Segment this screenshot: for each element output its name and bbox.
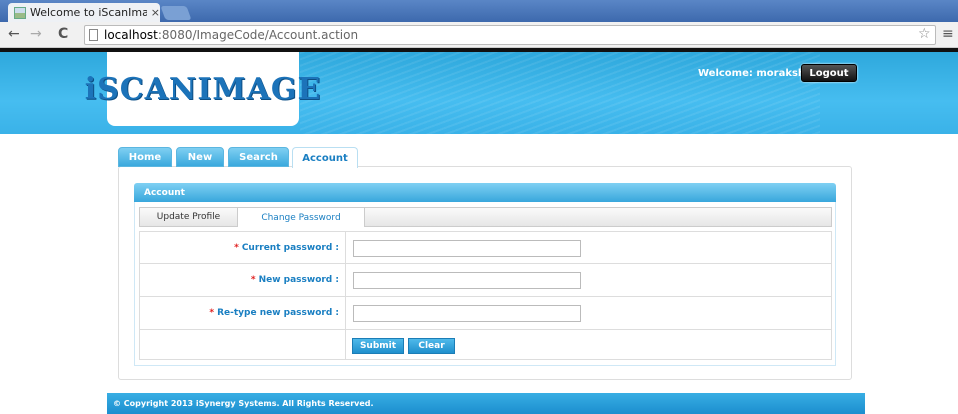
retype-password-input[interactable]: [353, 305, 581, 322]
logout-button[interactable]: Logout: [801, 64, 857, 82]
submit-button[interactable]: Submit: [352, 338, 404, 354]
forward-icon[interactable]: →: [30, 26, 42, 42]
favicon-icon: [14, 6, 26, 19]
required-mark: *: [234, 242, 239, 253]
page-icon: [89, 29, 98, 41]
logo[interactable]: iSCANIMAGE: [85, 52, 320, 126]
tab-account[interactable]: Account: [292, 147, 358, 168]
required-mark: *: [250, 275, 256, 285]
panel-title: Account: [134, 183, 836, 202]
new-password-label-text: New password :: [258, 275, 339, 285]
clear-button[interactable]: Clear: [408, 338, 455, 354]
subtab-bar: Update Profile Change Password: [139, 207, 832, 227]
close-icon[interactable]: ×: [151, 6, 160, 19]
retype-password-label: * Re-type new password :: [140, 297, 346, 329]
reload-icon[interactable]: C: [58, 26, 68, 42]
address-bar[interactable]: localhost:8080/ImageCode/Account.action: [84, 25, 936, 45]
footer-copyright: © Copyright 2013 iSynergy Systems. All R…: [107, 393, 865, 414]
actions-label-cell: [140, 330, 346, 359]
subtab-update-profile[interactable]: Update Profile: [140, 208, 238, 226]
new-tab-button[interactable]: [160, 6, 192, 20]
tab-new[interactable]: New: [176, 147, 224, 167]
subtab-change-password[interactable]: Change Password: [238, 208, 365, 227]
browser-tab-title: Welcome to iScanImag: [30, 6, 147, 19]
retype-password-label-text: Re-type new password :: [217, 308, 339, 318]
current-password-label: * Current password :: [140, 232, 346, 263]
url-path: :8080/ImageCode/Account.action: [157, 28, 359, 42]
form-row-actions: [139, 330, 832, 360]
bookmark-star-icon[interactable]: ☆: [918, 26, 931, 42]
new-password-label: * New password :: [140, 264, 346, 296]
menu-icon[interactable]: ≡: [942, 26, 954, 42]
new-password-input[interactable]: [353, 272, 581, 289]
form-row-retype-password: * Re-type new password :: [139, 297, 832, 330]
form-row-new-password: * New password :: [139, 264, 832, 297]
form-row-current-password: * Current password :: [139, 231, 832, 264]
welcome-text: Welcome: morakshay: [698, 68, 819, 79]
url-host: localhost: [104, 28, 158, 42]
browser-toolbar: ← → C localhost:8080/ImageCode/Account.a…: [0, 22, 958, 48]
browser-tabstrip: Welcome to iScanImag ×: [0, 0, 958, 22]
tab-home[interactable]: Home: [118, 147, 172, 167]
current-password-label-text: Current password :: [241, 242, 339, 253]
logo-text: iSCANIMAGE: [84, 71, 322, 107]
required-mark: *: [209, 308, 215, 318]
tab-search[interactable]: Search: [228, 147, 289, 167]
current-password-input[interactable]: [353, 240, 581, 257]
browser-tab[interactable]: Welcome to iScanImag ×: [8, 3, 160, 22]
back-icon[interactable]: ←: [8, 26, 20, 42]
